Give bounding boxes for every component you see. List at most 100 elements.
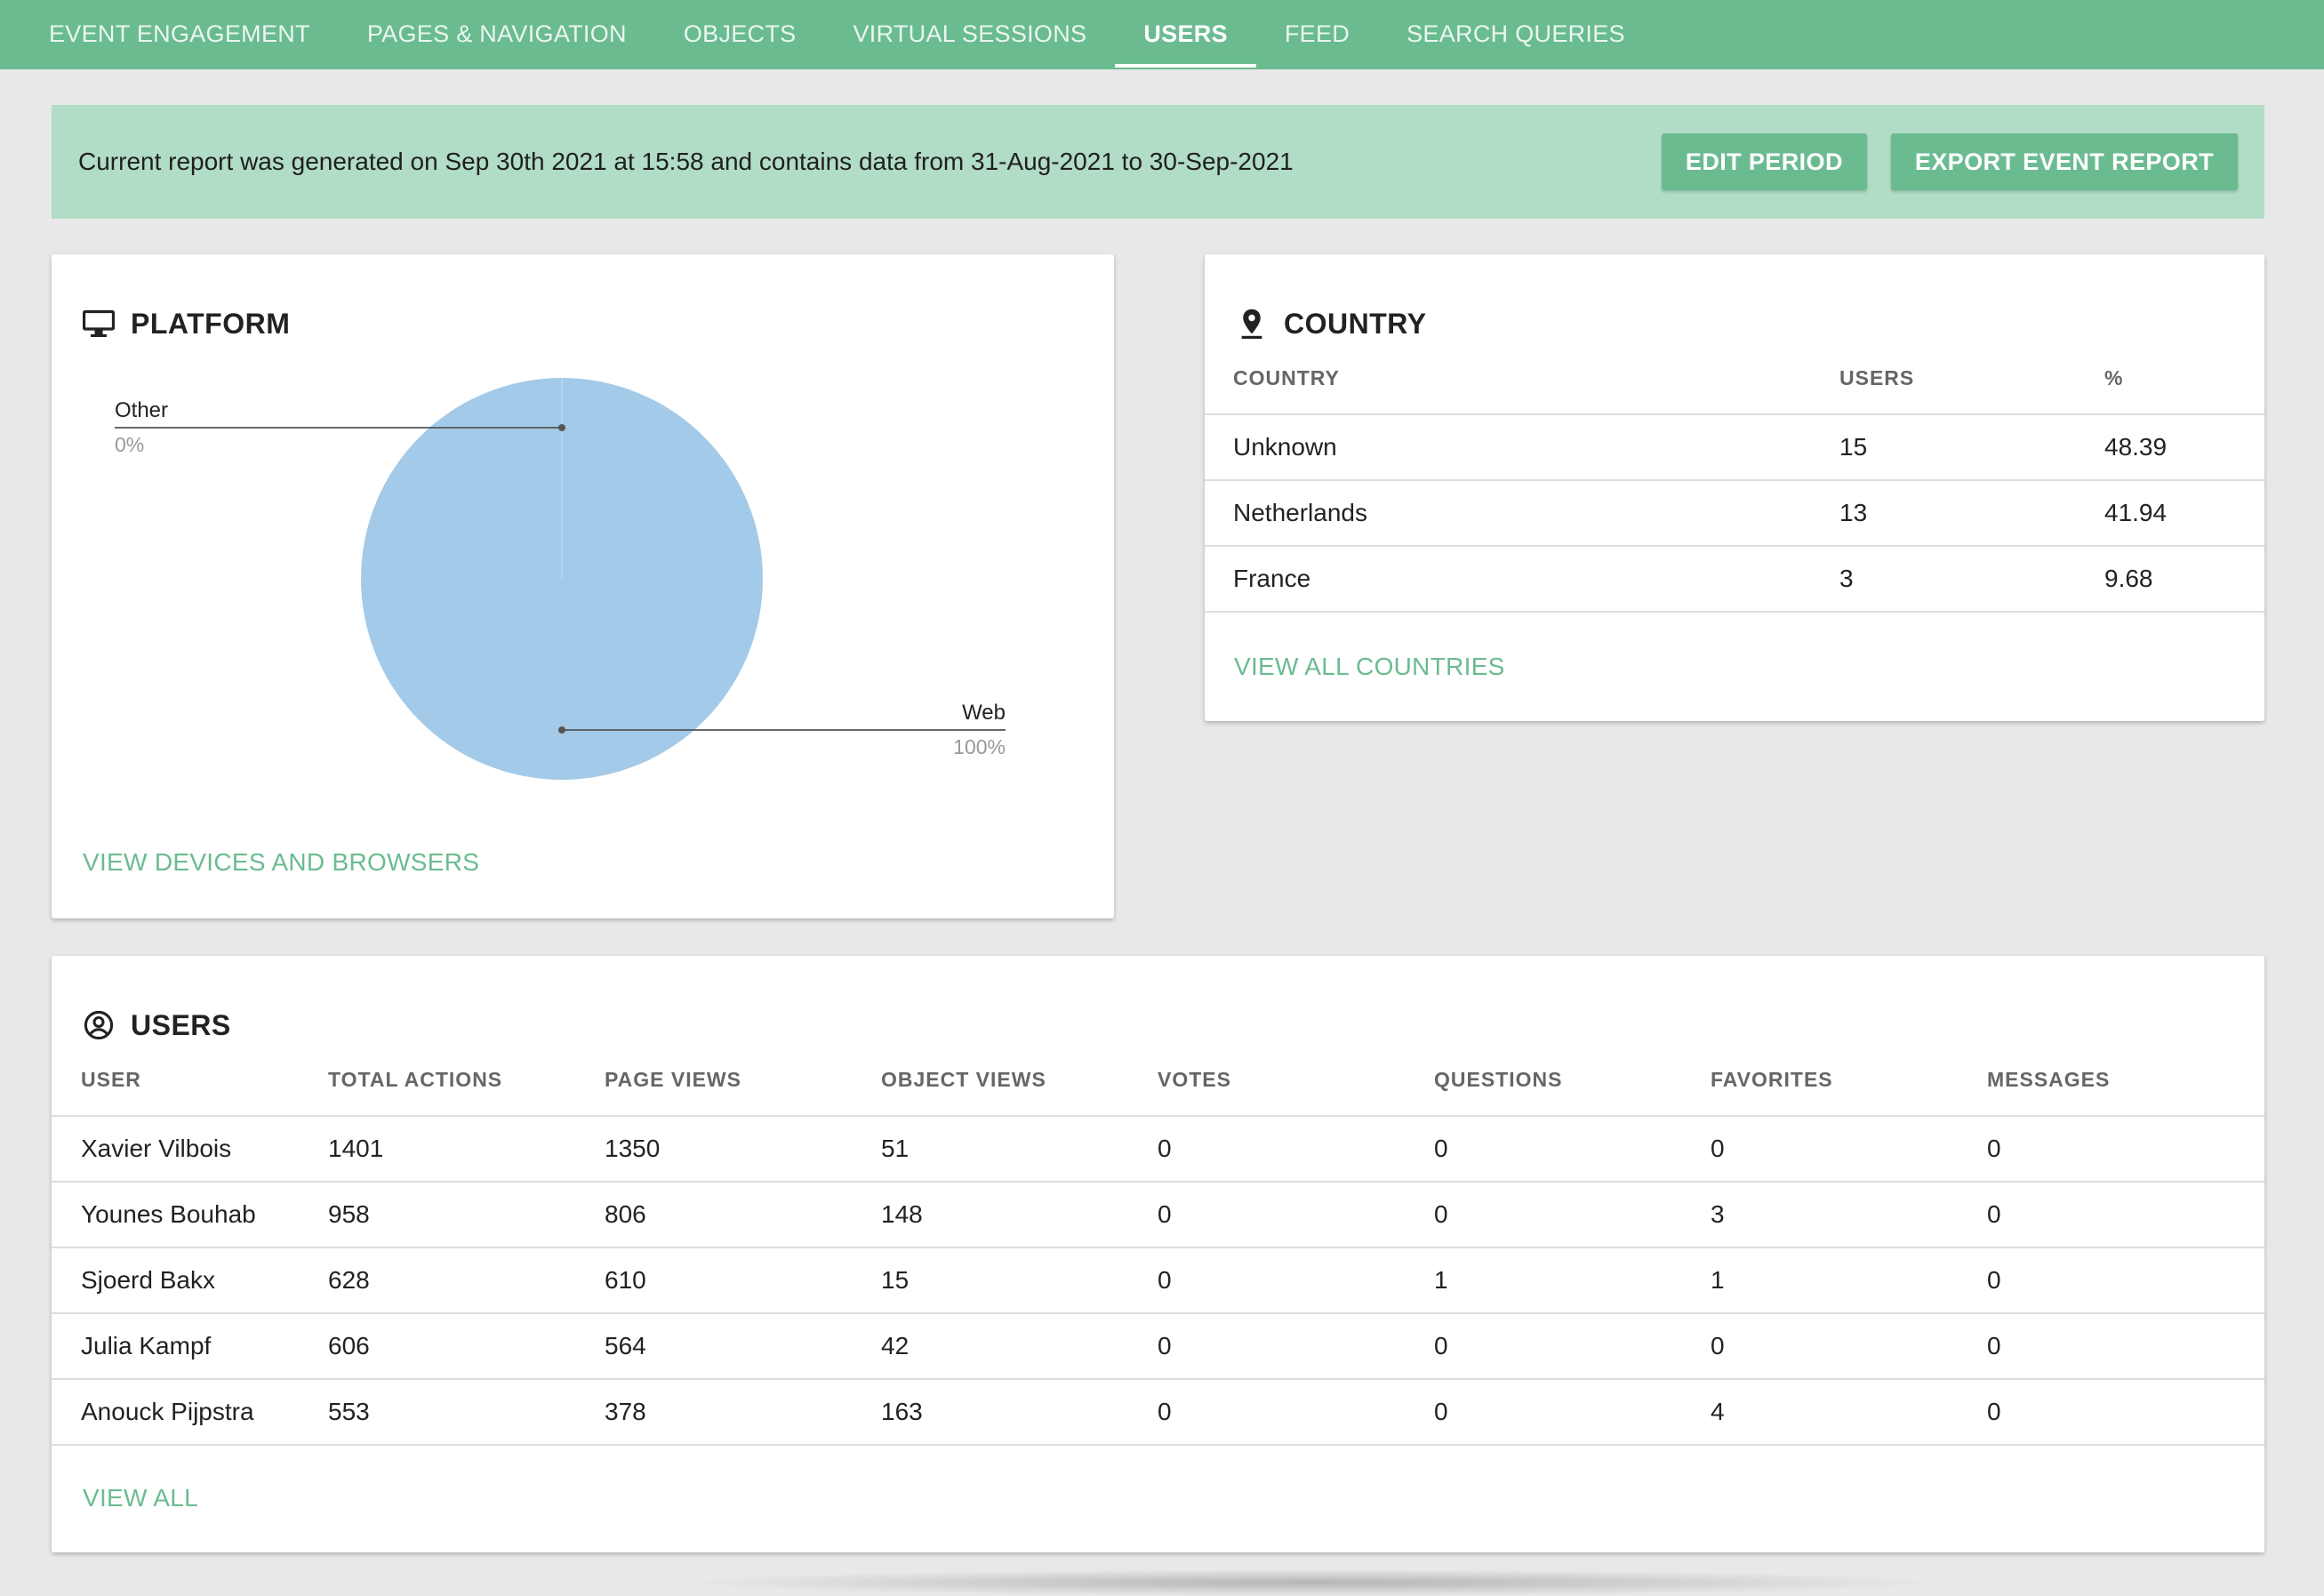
country-table: COUNTRY USERS % Unknown 15 48.39 Netherl… xyxy=(1205,343,2264,613)
favorites-cell: 1 xyxy=(1711,1247,1987,1314)
questions-cell: 0 xyxy=(1434,1116,1711,1183)
tab-search-queries[interactable]: SEARCH QUERIES xyxy=(1378,0,1654,68)
report-info-text: Current report was generated on Sep 30th… xyxy=(78,148,1294,175)
messages-cell: 0 xyxy=(1987,1313,2264,1380)
table-row: France 3 9.68 xyxy=(1205,546,2264,613)
country-card-title: COUNTRY xyxy=(1234,306,1427,341)
column-header[interactable]: % xyxy=(2104,343,2264,415)
view-devices-browsers-link[interactable]: VIEW DEVICES AND BROWSERS xyxy=(83,848,479,877)
total-actions-cell: 958 xyxy=(328,1182,605,1248)
questions-cell: 0 xyxy=(1434,1379,1711,1446)
votes-cell: 0 xyxy=(1158,1379,1434,1446)
page-views-cell: 378 xyxy=(605,1379,881,1446)
tab-virtual-sessions[interactable]: VIRTUAL SESSIONS xyxy=(824,0,1115,68)
user-circle-icon xyxy=(81,1007,116,1043)
country-table-header: COUNTRY USERS % xyxy=(1205,343,2264,415)
page-views-cell: 564 xyxy=(605,1313,881,1380)
messages-cell: 0 xyxy=(1987,1182,2264,1248)
column-header[interactable]: FAVORITES xyxy=(1711,1045,1987,1117)
table-row: Xavier Vilbois 1401 1350 51 0 0 0 0 xyxy=(52,1116,2264,1183)
questions-cell: 0 xyxy=(1434,1182,1711,1248)
tab-feed[interactable]: FEED xyxy=(1256,0,1378,68)
users-table-header: USER TOTAL ACTIONS PAGE VIEWS OBJECT VIE… xyxy=(52,1045,2264,1117)
column-header[interactable]: MESSAGES xyxy=(1987,1045,2264,1117)
object-views-cell: 42 xyxy=(881,1313,1158,1380)
table-row: Younes Bouhab 958 806 148 0 0 3 0 xyxy=(52,1182,2264,1248)
user-cell: Anouck Pijpstra xyxy=(52,1379,328,1446)
page-views-cell: 610 xyxy=(605,1247,881,1314)
percent-cell: 41.94 xyxy=(2104,480,2264,547)
country-cell: France xyxy=(1205,546,1839,613)
users-table: USER TOTAL ACTIONS PAGE VIEWS OBJECT VIE… xyxy=(52,1045,2264,1446)
favorites-cell: 3 xyxy=(1711,1182,1987,1248)
platform-card: PLATFORM Other 0% Web 100% VIEW DEVICES AND… xyxy=(52,254,1114,918)
object-views-cell: 51 xyxy=(881,1116,1158,1183)
table-row: Sjoerd Bakx 628 610 15 0 1 1 0 xyxy=(52,1247,2264,1314)
pie-label-other: Other xyxy=(115,398,168,422)
votes-cell: 0 xyxy=(1158,1116,1434,1183)
users-cell: 13 xyxy=(1839,480,2104,547)
object-views-cell: 15 xyxy=(881,1247,1158,1314)
favorites-cell: 4 xyxy=(1711,1379,1987,1446)
column-header[interactable]: USER xyxy=(52,1045,328,1117)
view-all-users-link[interactable]: VIEW ALL xyxy=(83,1484,198,1512)
messages-cell: 0 xyxy=(1987,1247,2264,1314)
votes-cell: 0 xyxy=(1158,1247,1434,1314)
column-header[interactable]: QUESTIONS xyxy=(1434,1045,1711,1117)
export-event-report-button[interactable]: EXPORT EVENT REPORT xyxy=(1890,133,2238,190)
votes-cell: 0 xyxy=(1158,1313,1434,1380)
location-pin-icon xyxy=(1234,306,1270,341)
column-header[interactable]: USERS xyxy=(1839,343,2104,415)
column-header[interactable]: PAGE VIEWS xyxy=(605,1045,881,1117)
favorites-cell: 0 xyxy=(1711,1116,1987,1183)
object-views-cell: 148 xyxy=(881,1182,1158,1248)
messages-cell: 0 xyxy=(1987,1116,2264,1183)
users-title-text: USERS xyxy=(131,1008,231,1041)
table-row: Anouck Pijpstra 553 378 163 0 0 4 0 xyxy=(52,1379,2264,1446)
votes-cell: 0 xyxy=(1158,1182,1434,1248)
pie-percent-web: 100% xyxy=(953,735,1006,758)
column-header[interactable]: TOTAL ACTIONS xyxy=(328,1045,605,1117)
user-cell: Sjoerd Bakx xyxy=(52,1247,328,1314)
users-cell: 3 xyxy=(1839,546,2104,613)
users-card: USERS USER TOTAL ACTIONS PAGE VIEWS OBJE… xyxy=(52,956,2264,1552)
pie-label-web: Web xyxy=(962,701,1006,725)
country-cell: Unknown xyxy=(1205,414,1839,481)
country-title-text: COUNTRY xyxy=(1284,307,1427,340)
column-header[interactable]: OBJECT VIEWS xyxy=(881,1045,1158,1117)
users-cell: 15 xyxy=(1839,414,2104,481)
edit-period-button[interactable]: EDIT PERIOD xyxy=(1661,133,1867,190)
table-row: Unknown 15 48.39 xyxy=(1205,414,2264,481)
platform-pie-chart: Other 0% Web 100% xyxy=(115,378,1006,780)
questions-cell: 1 xyxy=(1434,1247,1711,1314)
total-actions-cell: 553 xyxy=(328,1379,605,1446)
tab-pages-navigation[interactable]: PAGES & NAVIGATION xyxy=(339,0,655,68)
table-row: Netherlands 13 41.94 xyxy=(1205,480,2264,547)
percent-cell: 9.68 xyxy=(2104,546,2264,613)
column-header[interactable]: COUNTRY xyxy=(1205,343,1839,415)
page-views-cell: 806 xyxy=(605,1182,881,1248)
total-actions-cell: 628 xyxy=(328,1247,605,1314)
total-actions-cell: 1401 xyxy=(328,1116,605,1183)
column-header[interactable]: VOTES xyxy=(1158,1045,1434,1117)
table-row: Julia Kampf 606 564 42 0 0 0 0 xyxy=(52,1313,2264,1380)
messages-cell: 0 xyxy=(1987,1379,2264,1446)
country-cell: Netherlands xyxy=(1205,480,1839,547)
bottom-shadow xyxy=(676,1569,1947,1596)
country-card: COUNTRY COUNTRY USERS % Unknown 15 48.39… xyxy=(1205,254,2264,721)
tab-objects[interactable]: OBJECTS xyxy=(655,0,825,68)
user-cell: Xavier Vilbois xyxy=(52,1116,328,1183)
users-card-title: USERS xyxy=(81,1007,231,1043)
favorites-cell: 0 xyxy=(1711,1313,1987,1380)
page-views-cell: 1350 xyxy=(605,1116,881,1183)
tab-event-engagement[interactable]: EVENT ENGAGEMENT xyxy=(20,0,339,68)
user-cell: Younes Bouhab xyxy=(52,1182,328,1248)
report-info-banner: Current report was generated on Sep 30th… xyxy=(52,105,2264,219)
tab-users[interactable]: USERS xyxy=(1115,0,1256,68)
questions-cell: 0 xyxy=(1434,1313,1711,1380)
total-actions-cell: 606 xyxy=(328,1313,605,1380)
callout-dot-other xyxy=(558,424,565,431)
view-all-countries-link[interactable]: VIEW ALL COUNTRIES xyxy=(1234,653,1505,681)
percent-cell: 48.39 xyxy=(2104,414,2264,481)
user-cell: Julia Kampf xyxy=(52,1313,328,1380)
